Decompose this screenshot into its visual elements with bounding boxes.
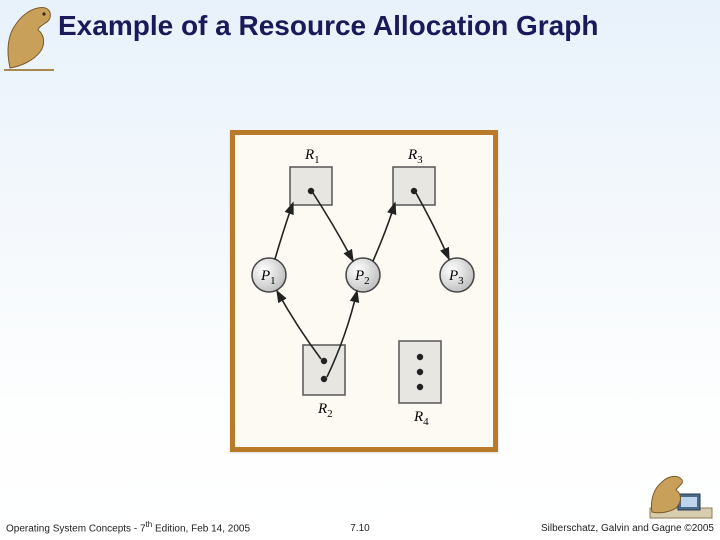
process-P3-label-prefix: P [448, 268, 458, 284]
resource-R1-label-prefix: R [304, 147, 314, 163]
svg-text:R1: R1 [304, 147, 320, 166]
resource-R4-label-sub: 4 [423, 416, 429, 428]
resource-allocation-graph: R1 R3 P1 P2 P3 R2 [230, 130, 498, 452]
resource-R2-label-prefix: R [317, 401, 327, 417]
process-P1: P1 [252, 258, 286, 292]
resource-R4: R4 [399, 341, 441, 428]
process-P3-label-sub: 3 [458, 275, 464, 287]
resource-R2: R2 [303, 345, 345, 420]
edge-R1-P2 [313, 193, 353, 261]
process-P2-label-sub: 2 [364, 275, 370, 287]
svg-text:R3: R3 [407, 147, 423, 166]
svg-text:R4: R4 [413, 409, 429, 428]
resource-R1: R1 [290, 147, 332, 205]
svg-text:R2: R2 [317, 401, 333, 420]
edge-R2-P1 [277, 291, 321, 359]
resource-R1-label-sub: 1 [314, 154, 320, 166]
process-P2-label-prefix: P [354, 268, 364, 284]
resource-R3-label-sub: 3 [417, 154, 423, 166]
resource-R2-label-sub: 2 [327, 408, 333, 420]
footer-copyright: Silberschatz, Galvin and Gagne ©2005 [541, 523, 714, 534]
footer-left-prefix: Operating System Concepts - 7 [6, 523, 146, 534]
process-P1-label-sub: 1 [270, 275, 276, 287]
resource-R3: R3 [393, 147, 435, 205]
footer-left: Operating System Concepts - 7th Edition,… [6, 520, 250, 534]
textbook-logo-top [0, 0, 56, 72]
slide-title: Example of a Resource Allocation Graph [58, 10, 700, 42]
textbook-logo-bottom [648, 468, 714, 522]
process-P2: P2 [346, 258, 380, 292]
resource-R3-label-prefix: R [407, 147, 417, 163]
resource-R4-label-prefix: R [413, 409, 423, 425]
edge-P2-R3 [373, 203, 395, 261]
edge-P1-R1 [275, 203, 293, 259]
process-P3: P3 [440, 258, 474, 292]
footer-left-suffix: Edition, Feb 14, 2005 [152, 523, 250, 534]
process-P1-label-prefix: P [260, 268, 270, 284]
footer-slide-number: 7.10 [350, 523, 369, 534]
